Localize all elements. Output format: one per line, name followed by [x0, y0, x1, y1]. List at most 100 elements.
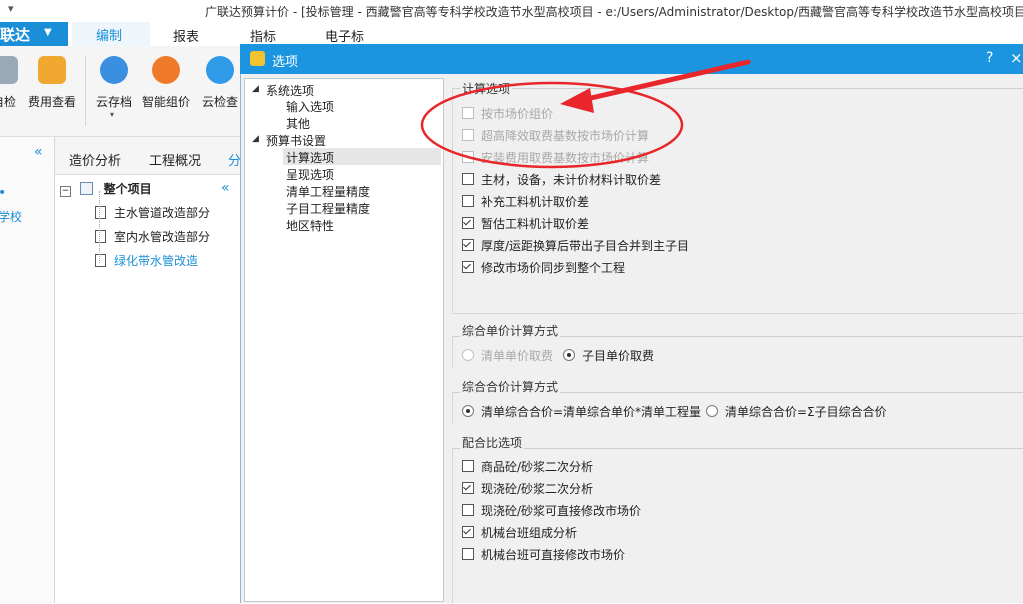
cloud-check-label: 云检查 — [201, 95, 238, 109]
checkbox-checked-icon — [462, 239, 474, 251]
tab-electronic-bid[interactable]: 电子标 — [325, 26, 364, 45]
collapse-tree-icon[interactable]: « — [221, 180, 230, 196]
cost-view-button[interactable]: 费用查看 — [26, 52, 78, 122]
calc-option-checkbox[interactable]: 超高降效取费基数按市场价计算 — [462, 127, 649, 144]
nav-input-options[interactable]: 输入选项 — [286, 98, 334, 115]
tree-item-label: 绿化带水管改造 — [114, 254, 199, 268]
checkbox-icon — [462, 548, 474, 560]
tab-report[interactable]: 报表 — [173, 26, 199, 45]
total-price-radio[interactable]: 清单综合合价=Σ子目综合合价 — [706, 403, 887, 420]
tree-item-label: 室内水管改造部分 — [114, 230, 211, 244]
calc-option-label: 厚度/运距换算后带出子目合并到主子目 — [481, 239, 690, 253]
unit-price-radio[interactable]: 清单单价取费 — [462, 347, 553, 364]
nav-school-label[interactable]: 学校 — [0, 208, 22, 225]
nav-display-options[interactable]: 呈现选项 — [286, 166, 334, 183]
mix-option-checkbox[interactable]: 现浇砼/砂浆可直接修改市场价 — [462, 502, 641, 519]
expand-triangle-icon[interactable]: ◢ — [252, 84, 259, 94]
project-nav-pane: « • 学校 — [0, 137, 55, 603]
total-price-radio[interactable]: 清单综合合价=清单综合单价*清单工程量 — [462, 403, 701, 420]
tab-cost-analysis[interactable]: 造价分析 — [69, 150, 121, 169]
calc-option-label: 按市场价组价 — [481, 107, 554, 121]
collapse-left-icon[interactable]: « — [34, 144, 43, 160]
calc-option-checkbox[interactable]: 安装费用取费基数按市场价计算 — [462, 149, 649, 166]
cost-view-icon — [38, 56, 66, 84]
calc-option-checkbox[interactable]: 补充工料机计取价差 — [462, 193, 589, 210]
mix-options-title: 配合比选项 — [460, 434, 525, 451]
mix-option-checkbox[interactable]: 商品砼/砂浆二次分析 — [462, 458, 593, 475]
mix-option-label: 现浇砼/砂浆可直接修改市场价 — [481, 504, 642, 518]
calc-option-checkbox[interactable]: 修改市场价同步到整个工程 — [462, 259, 625, 276]
self-check-icon — [0, 56, 18, 84]
tree-item[interactable]: 主水管道改造部分 — [95, 204, 210, 221]
calc-option-checkbox[interactable]: 厚度/运距换算后带出子目合并到主子目 — [462, 237, 689, 254]
radio-label: 清单综合合价=清单综合单价*清单工程量 — [481, 405, 702, 419]
tab-edit[interactable]: 编制 — [72, 22, 150, 48]
radio-selected-icon — [563, 349, 575, 361]
radio-selected-icon — [462, 405, 474, 417]
cloud-archive-icon — [100, 56, 128, 84]
nav-budget-settings[interactable]: 预算书设置 — [266, 132, 326, 149]
checkbox-icon — [462, 173, 474, 185]
app-menu-button[interactable]: 联达 ▼ — [0, 22, 68, 46]
calc-option-label: 安装费用取费基数按市场价计算 — [481, 151, 650, 165]
mix-option-checkbox[interactable]: 机械台班组成分析 — [462, 524, 577, 541]
checkbox-icon — [462, 151, 474, 163]
tab-index[interactable]: 指标 — [250, 26, 276, 45]
nav-other[interactable]: 其他 — [286, 115, 310, 132]
bullet-icon: • — [0, 185, 6, 201]
checkbox-icon — [462, 504, 474, 516]
close-icon[interactable]: × — [1010, 49, 1023, 67]
radio-icon — [706, 405, 718, 417]
tree-item-label: 主水管道改造部分 — [114, 206, 211, 220]
smart-pricing-icon — [152, 56, 180, 84]
chevron-down-icon: ▼ — [44, 27, 52, 38]
calc-option-label: 暂估工料机计取价差 — [481, 217, 590, 231]
checkbox-icon — [462, 107, 474, 119]
expand-triangle-icon[interactable]: ◢ — [252, 134, 259, 144]
nav-item-quantity-precision[interactable]: 子目工程量精度 — [286, 200, 370, 217]
dialog-title: 选项 — [272, 55, 299, 70]
nav-system-options[interactable]: 系统选项 — [266, 82, 314, 99]
mix-option-checkbox[interactable]: 机械台班可直接修改市场价 — [462, 546, 625, 563]
cloud-check-icon — [206, 56, 234, 84]
nav-bill-quantity-precision[interactable]: 清单工程量精度 — [286, 183, 370, 200]
radio-label: 清单单价取费 — [481, 349, 554, 363]
unit-price-radio[interactable]: 子目单价取费 — [563, 347, 654, 364]
tree-item-selected[interactable]: 绿化带水管改造 — [95, 252, 198, 269]
calc-options-title: 计算选项 — [460, 80, 513, 97]
mix-option-checkbox[interactable]: 现浇砼/砂浆二次分析 — [462, 480, 593, 497]
ribbon-divider — [85, 56, 86, 126]
cloud-check-button[interactable]: 云检查 — [194, 52, 246, 122]
checkbox-checked-icon — [462, 261, 474, 273]
tree-item[interactable]: 室内水管改造部分 — [95, 228, 210, 245]
mix-option-label: 机械台班可直接修改市场价 — [481, 548, 626, 562]
dialog-app-icon — [250, 51, 265, 66]
nav-calc-options[interactable]: 计算选项 — [286, 149, 334, 166]
checkbox-checked-icon — [462, 482, 474, 494]
mix-option-label: 商品砼/砂浆二次分析 — [481, 460, 594, 474]
calc-option-checkbox[interactable]: 按市场价组价 — [462, 105, 553, 122]
smart-pricing-label: 智能组价 — [141, 95, 190, 109]
smart-pricing-button[interactable]: 智能组价 — [140, 52, 192, 122]
checkbox-icon — [462, 129, 474, 141]
nav-regional-features[interactable]: 地区特性 — [286, 217, 334, 234]
cloud-archive-button[interactable]: 云存档 ▾ — [88, 52, 140, 122]
calc-option-checkbox[interactable]: 主材，设备，未计价材料计取价差 — [462, 171, 661, 188]
calc-option-checkbox[interactable]: 暂估工料机计取价差 — [462, 215, 589, 232]
calc-option-label: 超高降效取费基数按市场价计算 — [481, 129, 650, 143]
checkbox-checked-icon — [462, 526, 474, 538]
window-title: 广联达预算计价 - [投标管理 - 西藏警官高等专科学校改造节水型高校项目 - … — [205, 5, 1023, 19]
help-icon[interactable]: ? — [986, 50, 993, 66]
calc-option-label: 主材，设备，未计价材料计取价差 — [481, 173, 662, 187]
tab-edit-label: 编制 — [96, 29, 123, 44]
tree-root[interactable]: − 整个项目 — [60, 180, 152, 197]
checkbox-checked-icon — [462, 217, 474, 229]
radio-label: 子目单价取费 — [582, 349, 655, 363]
quick-access-dropdown-icon[interactable]: ▾ — [8, 2, 14, 15]
menu-bar — [0, 22, 1023, 46]
mix-option-label: 现浇砼/砂浆二次分析 — [481, 482, 594, 496]
mix-option-label: 机械台班组成分析 — [481, 526, 578, 540]
dialog-title-bar: 选项 ? × — [240, 44, 1023, 74]
collapse-node-icon[interactable]: − — [60, 186, 71, 197]
tab-project-overview[interactable]: 工程概况 — [149, 150, 201, 169]
